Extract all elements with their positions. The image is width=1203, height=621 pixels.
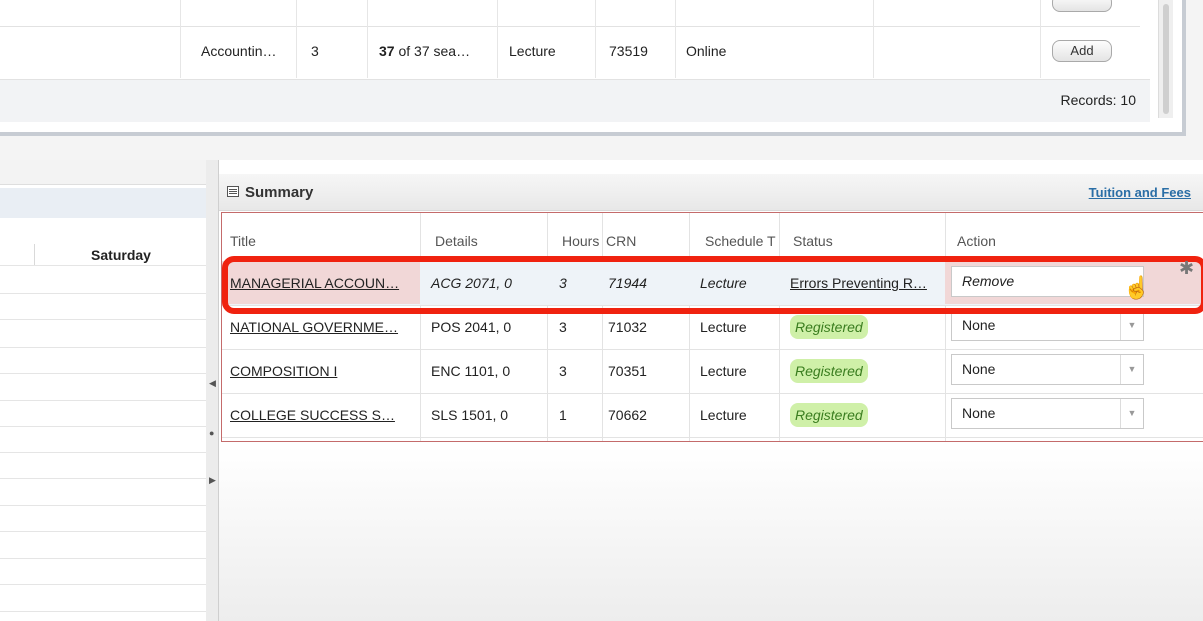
course-title-link[interactable]: NATIONAL GOVERNME… bbox=[230, 319, 398, 335]
status-badge: Registered bbox=[790, 403, 868, 427]
summary-titlebar: Summary Tuition and Fees bbox=[219, 174, 1203, 211]
course-crn: 70662 bbox=[608, 407, 647, 423]
col-hours[interactable]: Hours bbox=[562, 233, 599, 249]
course-hours: 3 bbox=[559, 363, 567, 379]
schedule-grid: Saturday bbox=[0, 160, 207, 621]
records-count: Records: 10 bbox=[1060, 92, 1136, 108]
add-button-previous[interactable] bbox=[1052, 0, 1112, 12]
action-select[interactable]: None ▼ bbox=[951, 310, 1144, 341]
course-title-link[interactable]: COMPOSITION I bbox=[230, 363, 337, 379]
result-campus: Online bbox=[686, 43, 727, 59]
summary-icon bbox=[227, 186, 239, 197]
result-subject: Accountin… bbox=[201, 43, 277, 59]
add-button[interactable]: Add bbox=[1052, 40, 1112, 62]
col-status[interactable]: Status bbox=[793, 233, 833, 249]
course-schedule-type: Lecture bbox=[700, 363, 747, 379]
pane-splitter bbox=[0, 140, 1203, 160]
course-schedule-type: Lecture bbox=[700, 407, 747, 423]
chevron-down-icon: ▼ bbox=[1120, 355, 1143, 384]
table-row[interactable]: COMPOSITION I ENC 1101, 0 3 70351 Lectur… bbox=[222, 349, 1203, 393]
col-crn[interactable]: CRN bbox=[606, 233, 636, 249]
chevron-down-icon: ▼ bbox=[1120, 311, 1143, 340]
course-crn: 70351 bbox=[608, 363, 647, 379]
col-details[interactable]: Details bbox=[435, 233, 478, 249]
course-crn: 71032 bbox=[608, 319, 647, 335]
action-select[interactable]: None ▼ bbox=[951, 354, 1144, 385]
panel-collapse-bar[interactable]: ◀ ● ▶ bbox=[206, 160, 219, 621]
status-badge: Registered bbox=[790, 359, 868, 383]
chevron-down-icon: ▼ bbox=[1120, 399, 1143, 428]
col-schedule-type[interactable]: Schedule T bbox=[705, 233, 776, 249]
course-details: POS 2041, 0 bbox=[431, 319, 512, 335]
tuition-fees-link[interactable]: Tuition and Fees bbox=[1089, 185, 1191, 200]
summary-table: Title Details Hours CRN Schedule T Statu… bbox=[221, 212, 1203, 442]
hand-cursor-icon: ☝ bbox=[1123, 275, 1151, 300]
col-title[interactable]: Title bbox=[230, 233, 256, 249]
status-badge: Registered bbox=[790, 315, 868, 339]
gear-icon[interactable]: ✱ bbox=[1179, 258, 1194, 279]
results-footer: Records: 10 bbox=[0, 79, 1150, 122]
col-action[interactable]: Action bbox=[957, 233, 996, 249]
summary-title: Summary bbox=[245, 184, 314, 201]
course-hours: 1 bbox=[559, 407, 567, 423]
results-row-previous bbox=[0, 0, 1140, 27]
course-hours: 3 bbox=[559, 319, 567, 335]
day-header-saturday: Saturday bbox=[34, 244, 207, 266]
action-select[interactable]: None ▼ bbox=[951, 398, 1144, 429]
result-hours: 3 bbox=[311, 43, 319, 59]
course-title-link[interactable]: COLLEGE SUCCESS S… bbox=[230, 407, 395, 423]
course-details: ENC 1101, 0 bbox=[431, 363, 511, 379]
search-results-panel: Accountin… 3 37 of 37 sea… Lecture 73519… bbox=[0, 0, 1186, 136]
summary-panel: Summary Tuition and Fees Title Details H… bbox=[219, 160, 1203, 621]
result-schedule-type: Lecture bbox=[509, 43, 556, 59]
results-scrollbar[interactable] bbox=[1158, 0, 1173, 118]
highlight-annotation bbox=[222, 256, 1203, 314]
course-details: SLS 1501, 0 bbox=[431, 407, 509, 423]
table-row[interactable]: COLLEGE SUCCESS S… SLS 1501, 0 1 70662 L… bbox=[222, 393, 1203, 438]
course-schedule-type: Lecture bbox=[700, 319, 747, 335]
result-seats: 37 of 37 sea… bbox=[379, 43, 471, 59]
result-crn: 73519 bbox=[609, 43, 648, 59]
